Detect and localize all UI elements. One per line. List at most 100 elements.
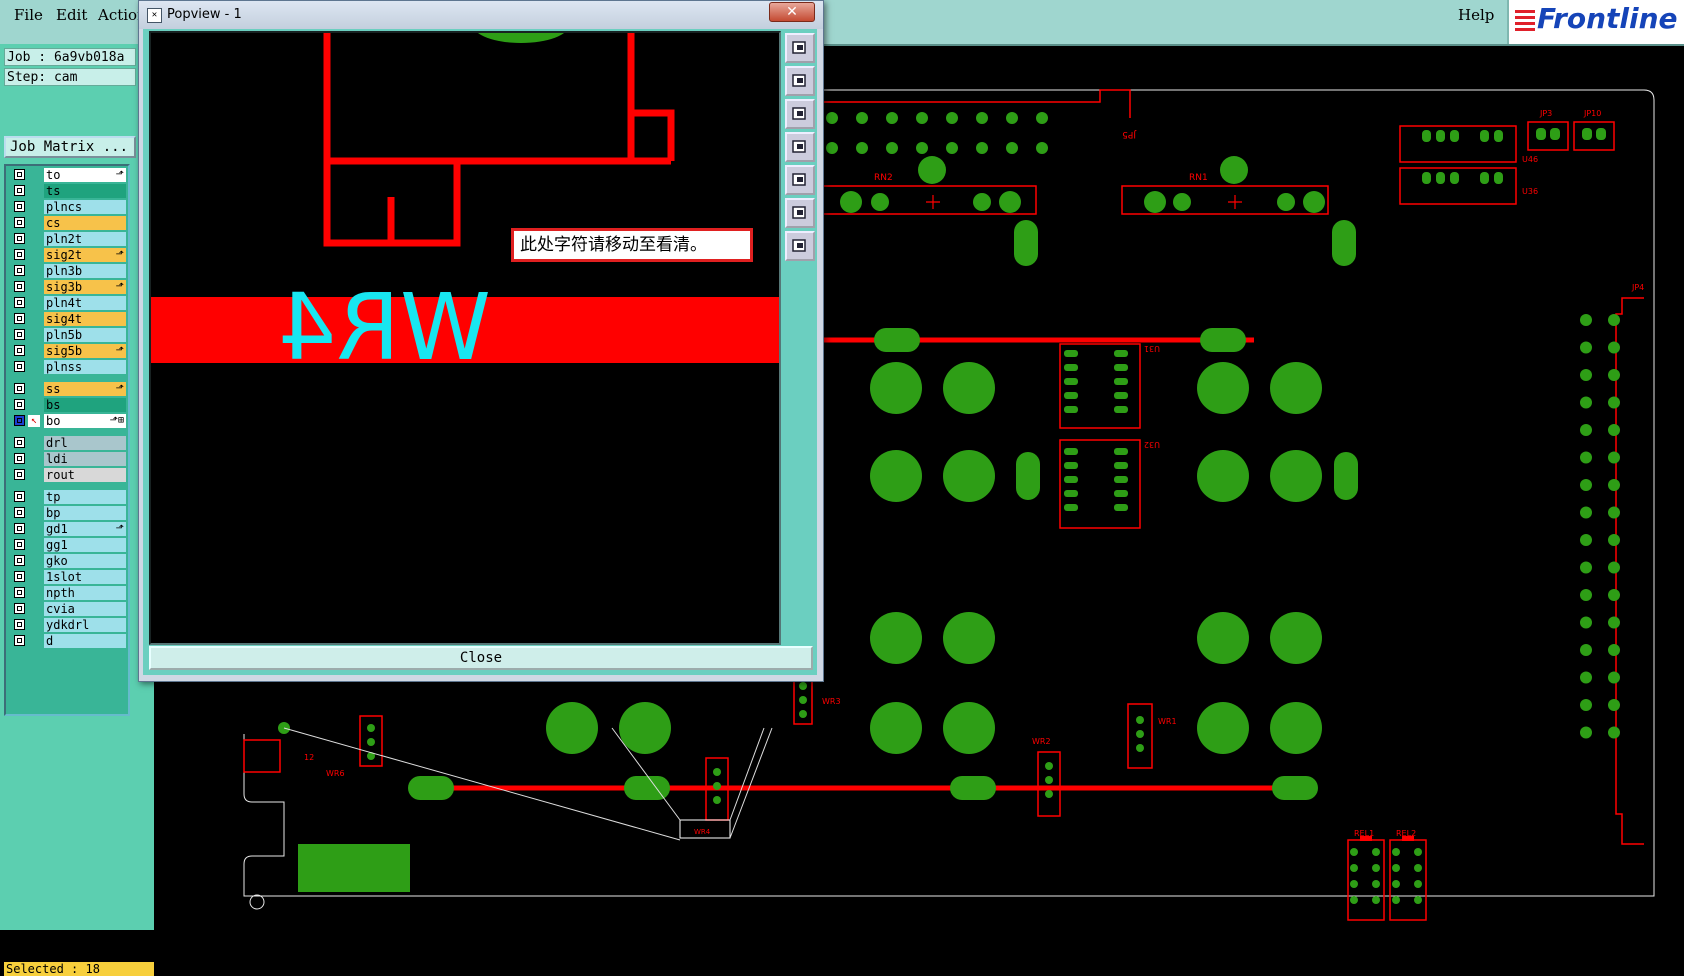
layer-checkbox[interactable] <box>14 587 25 598</box>
layer-row-ydkdrl[interactable]: ydkdrl <box>8 618 126 632</box>
window-close-button[interactable]: ✕ <box>769 2 815 22</box>
layer-row-cvia[interactable]: cvia <box>8 602 126 616</box>
layer-row-pln5b[interactable]: pln5b <box>8 328 126 342</box>
layer-checkbox[interactable] <box>14 453 25 464</box>
layer-name[interactable]: pln3b <box>44 264 126 278</box>
layer-row-sig4t[interactable]: sig4t <box>8 312 126 326</box>
layer-checkbox[interactable] <box>14 539 25 550</box>
layer-name[interactable]: plnss <box>44 360 126 374</box>
popview-titlebar[interactable]: ✕ Popview - 1 ✕ <box>139 1 823 29</box>
layer-name[interactable]: gko <box>44 554 126 568</box>
layer-row-bo[interactable]: bo ⬏⊞ ↖ <box>8 414 126 428</box>
layer-row-ts[interactable]: ts <box>8 184 126 198</box>
job-matrix-button[interactable]: Job Matrix ... <box>4 136 136 158</box>
layer-checkbox[interactable] <box>14 281 25 292</box>
layer-name[interactable]: ydkdrl <box>44 618 126 632</box>
layer-row-ldi[interactable]: ldi <box>8 452 126 466</box>
layer-name[interactable]: rout <box>44 468 126 482</box>
popview-close-button[interactable]: Close <box>149 646 813 670</box>
layer-checkbox[interactable] <box>14 619 25 630</box>
layer-row-pln3b[interactable]: pln3b <box>8 264 126 278</box>
layer-row-d[interactable]: d <box>8 634 126 648</box>
layer-row-tp[interactable]: tp <box>8 490 126 504</box>
layer-name[interactable]: bo ⬏⊞ <box>44 414 126 428</box>
layer-checkbox[interactable] <box>14 345 25 356</box>
zoom-fit-icon[interactable] <box>785 33 815 63</box>
layer-name[interactable]: sig4t <box>44 312 126 326</box>
layer-row-plnss[interactable]: plnss <box>8 360 126 374</box>
layer-row-bp[interactable]: bp <box>8 506 126 520</box>
menu-file[interactable]: File <box>14 6 43 24</box>
layer-name[interactable]: npth <box>44 586 126 600</box>
layer-name[interactable]: 1slot <box>44 570 126 584</box>
layer-row-plncs[interactable]: plncs <box>8 200 126 214</box>
layer-name[interactable]: bs <box>44 398 126 412</box>
layer-row-pln2t[interactable]: pln2t <box>8 232 126 246</box>
layer-checkbox[interactable] <box>14 361 25 372</box>
layer-name[interactable]: bp <box>44 506 126 520</box>
layer-row-1slot[interactable]: 1slot <box>8 570 126 584</box>
layer-checkbox[interactable] <box>14 297 25 308</box>
layer-row-sig3b[interactable]: sig3b ⬏ <box>8 280 126 294</box>
layer-checkbox[interactable] <box>14 169 25 180</box>
layer-checkbox[interactable] <box>14 201 25 212</box>
layer-checkbox[interactable] <box>14 415 25 426</box>
layer-name[interactable]: cvia <box>44 602 126 616</box>
layer-name[interactable]: pln4t <box>44 296 126 310</box>
layer-row-gko[interactable]: gko <box>8 554 126 568</box>
layer-checkbox[interactable] <box>14 437 25 448</box>
popview-canvas[interactable]: WR4 此处字符请移动至看清。 <box>149 31 781 645</box>
layer-row-cs[interactable]: cs <box>8 216 126 230</box>
layer-row-rout[interactable]: rout <box>8 468 126 482</box>
menu-edit[interactable]: Edit <box>56 6 87 24</box>
layer-row-sig2t[interactable]: sig2t ⬏ <box>8 248 126 262</box>
layer-name[interactable]: gg1 <box>44 538 126 552</box>
layer-checkbox[interactable] <box>14 635 25 646</box>
zoom-in-icon[interactable] <box>785 66 815 96</box>
layer-row-to[interactable]: to ⬏ <box>8 168 126 182</box>
layer-name[interactable]: sig3b ⬏ <box>44 280 126 294</box>
layer-name[interactable]: pln2t <box>44 232 126 246</box>
layer-checkbox[interactable] <box>14 217 25 228</box>
layer-name[interactable]: ldi <box>44 452 126 466</box>
layer-checkbox[interactable] <box>14 603 25 614</box>
layer-row-pln4t[interactable]: pln4t <box>8 296 126 310</box>
menu-help[interactable]: Help <box>1458 6 1494 24</box>
layer-checkbox[interactable] <box>14 329 25 340</box>
layer-row-sig5b[interactable]: sig5b ⬏ <box>8 344 126 358</box>
layer-checkbox[interactable] <box>14 265 25 276</box>
zoom-box-icon[interactable] <box>785 198 815 228</box>
layer-name[interactable]: gd1 ⬏ <box>44 522 126 536</box>
layer-row-bs[interactable]: bs <box>8 398 126 412</box>
pan-left-icon[interactable] <box>785 132 815 162</box>
layer-name[interactable]: ss ⬏ <box>44 382 126 396</box>
layer-checkbox[interactable] <box>14 571 25 582</box>
layer-row-gg1[interactable]: gg1 <box>8 538 126 552</box>
pan-right-icon[interactable] <box>785 165 815 195</box>
layer-row-ss[interactable]: ss ⬏ <box>8 382 126 396</box>
layer-name[interactable]: tp <box>44 490 126 504</box>
layer-name[interactable]: drl <box>44 436 126 450</box>
layer-row-npth[interactable]: npth <box>8 586 126 600</box>
layer-name[interactable]: sig2t ⬏ <box>44 248 126 262</box>
layer-name[interactable]: cs <box>44 216 126 230</box>
layer-checkbox[interactable] <box>14 469 25 480</box>
layer-name[interactable]: d <box>44 634 126 648</box>
layer-name[interactable]: sig5b ⬏ <box>44 344 126 358</box>
layer-name[interactable]: ts <box>44 184 126 198</box>
layer-checkbox[interactable] <box>14 233 25 244</box>
zoom-out-icon[interactable] <box>785 99 815 129</box>
layer-checkbox[interactable] <box>14 491 25 502</box>
layer-checkbox[interactable] <box>14 249 25 260</box>
layer-checkbox[interactable] <box>14 555 25 566</box>
layer-checkbox[interactable] <box>14 185 25 196</box>
home-icon[interactable] <box>785 231 815 261</box>
layer-checkbox[interactable] <box>14 313 25 324</box>
layer-row-drl[interactable]: drl <box>8 436 126 450</box>
layer-checkbox[interactable] <box>14 523 25 534</box>
layer-name[interactable]: to ⬏ <box>44 168 126 182</box>
layer-name[interactable]: plncs <box>44 200 126 214</box>
layer-name[interactable]: pln5b <box>44 328 126 342</box>
layer-checkbox[interactable] <box>14 399 25 410</box>
layer-row-gd1[interactable]: gd1 ⬏ <box>8 522 126 536</box>
